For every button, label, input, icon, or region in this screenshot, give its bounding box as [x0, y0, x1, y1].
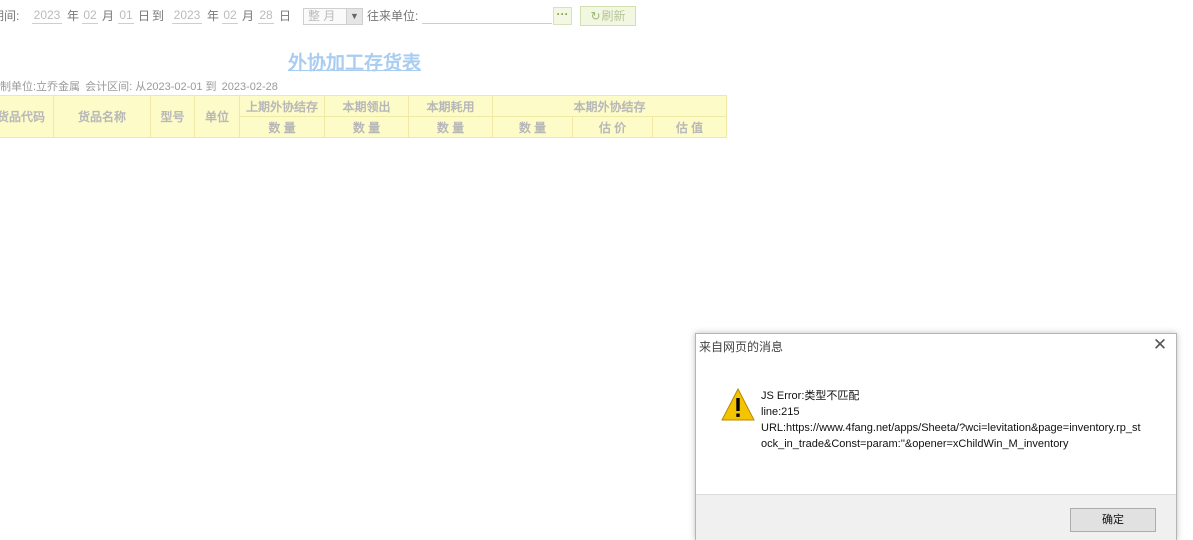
line-number: line:215 [761, 406, 800, 418]
month-label: 月 [102, 9, 115, 23]
sub-qty-header: 数 量 [492, 116, 573, 138]
partner-label: 往来单位: [367, 9, 419, 23]
grp-issued-header: 本期领出 [324, 95, 409, 117]
period-select-value: 整 月 [308, 9, 336, 23]
start-day-input[interactable]: 01 [118, 6, 134, 24]
dialog-title: 来自网页的消息 [699, 340, 784, 354]
day-label: 日 [138, 9, 151, 23]
col-name-header: 货品名称 [53, 95, 151, 138]
col-code-header: 货品代码 [0, 95, 54, 138]
dialog-message: JS Error:类型不匹配 line:215 URL:https://www.… [761, 388, 1143, 452]
partner-input[interactable] [422, 8, 552, 24]
close-icon[interactable]: ✕ [1152, 336, 1168, 353]
grp-curr-balance-header: 本期外协结存 [492, 95, 727, 117]
sub-qty-header: 数 量 [324, 116, 409, 138]
report-title[interactable]: 外协加工存货表 [288, 48, 421, 75]
message-dialog: 来自网页的消息 ✕ JS Error:类型不匹配 line:215 URL:ht… [695, 333, 1177, 540]
start-month-input[interactable]: 02 [82, 6, 98, 24]
to-label: 到 [152, 9, 165, 23]
period-select[interactable]: 整 月 ▼ [303, 8, 363, 25]
end-year-input[interactable]: 2023 [172, 6, 202, 24]
browse-button[interactable]: ··· [553, 7, 572, 25]
col-unit-header: 单位 [194, 95, 240, 138]
interval-end: 2023-02-28 [221, 81, 278, 93]
sub-qty-header: 数 量 [239, 116, 325, 138]
sub-value-header: 估 值 [652, 116, 727, 138]
table-header-row: 货品代码 货品名称 型号 单位 上期外协结存 本期领出 本期耗用 本期外协结存 [0, 95, 727, 138]
day-label: 日 [279, 9, 292, 23]
filter-toolbar: 期间: 2023 年 02 月 01 日 到 2023 年 02 月 28 日 … [0, 6, 700, 26]
interval-label: 会计区间: 从2023-02-01 到 [85, 81, 217, 93]
ok-button[interactable]: 确定 [1070, 508, 1156, 532]
year-label: 年 [67, 9, 80, 23]
start-year-input[interactable]: 2023 [32, 6, 62, 24]
period-label: 期间: [0, 9, 20, 23]
dialog-body: JS Error:类型不匹配 line:215 URL:https://www.… [696, 360, 1176, 494]
end-day-input[interactable]: 28 [258, 6, 274, 24]
year-label: 年 [207, 9, 220, 23]
end-month-input[interactable]: 02 [222, 6, 238, 24]
sub-qty-header: 数 量 [408, 116, 493, 138]
refresh-icon: ↻ [590, 9, 601, 23]
sub-price-header: 估 价 [572, 116, 653, 138]
error-url: URL:https://www.4fang.net/apps/Sheeta/?w… [761, 422, 1141, 450]
grp-prev-balance-header: 上期外协结存 [239, 95, 325, 117]
inventory-table: 货品代码 货品名称 型号 单位 上期外协结存 本期领出 本期耗用 本期外协结存 … [0, 95, 727, 138]
dialog-footer: 确定 [696, 494, 1176, 540]
col-model-header: 型号 [150, 95, 195, 138]
company-label: 制单位:立乔金属 [0, 81, 81, 93]
error-line: JS Error:类型不匹配 [761, 390, 860, 402]
grp-consumed-header: 本期耗用 [408, 95, 493, 117]
refresh-button-label: 刷新 [601, 9, 626, 23]
refresh-button[interactable]: ↻刷新 [580, 6, 636, 26]
chevron-down-icon[interactable]: ▼ [346, 9, 362, 24]
report-meta: 制单位:立乔金属 会计区间: 从2023-02-01 到 2023-02-28 [0, 78, 280, 94]
month-label: 月 [242, 9, 255, 23]
warning-icon [721, 388, 755, 421]
